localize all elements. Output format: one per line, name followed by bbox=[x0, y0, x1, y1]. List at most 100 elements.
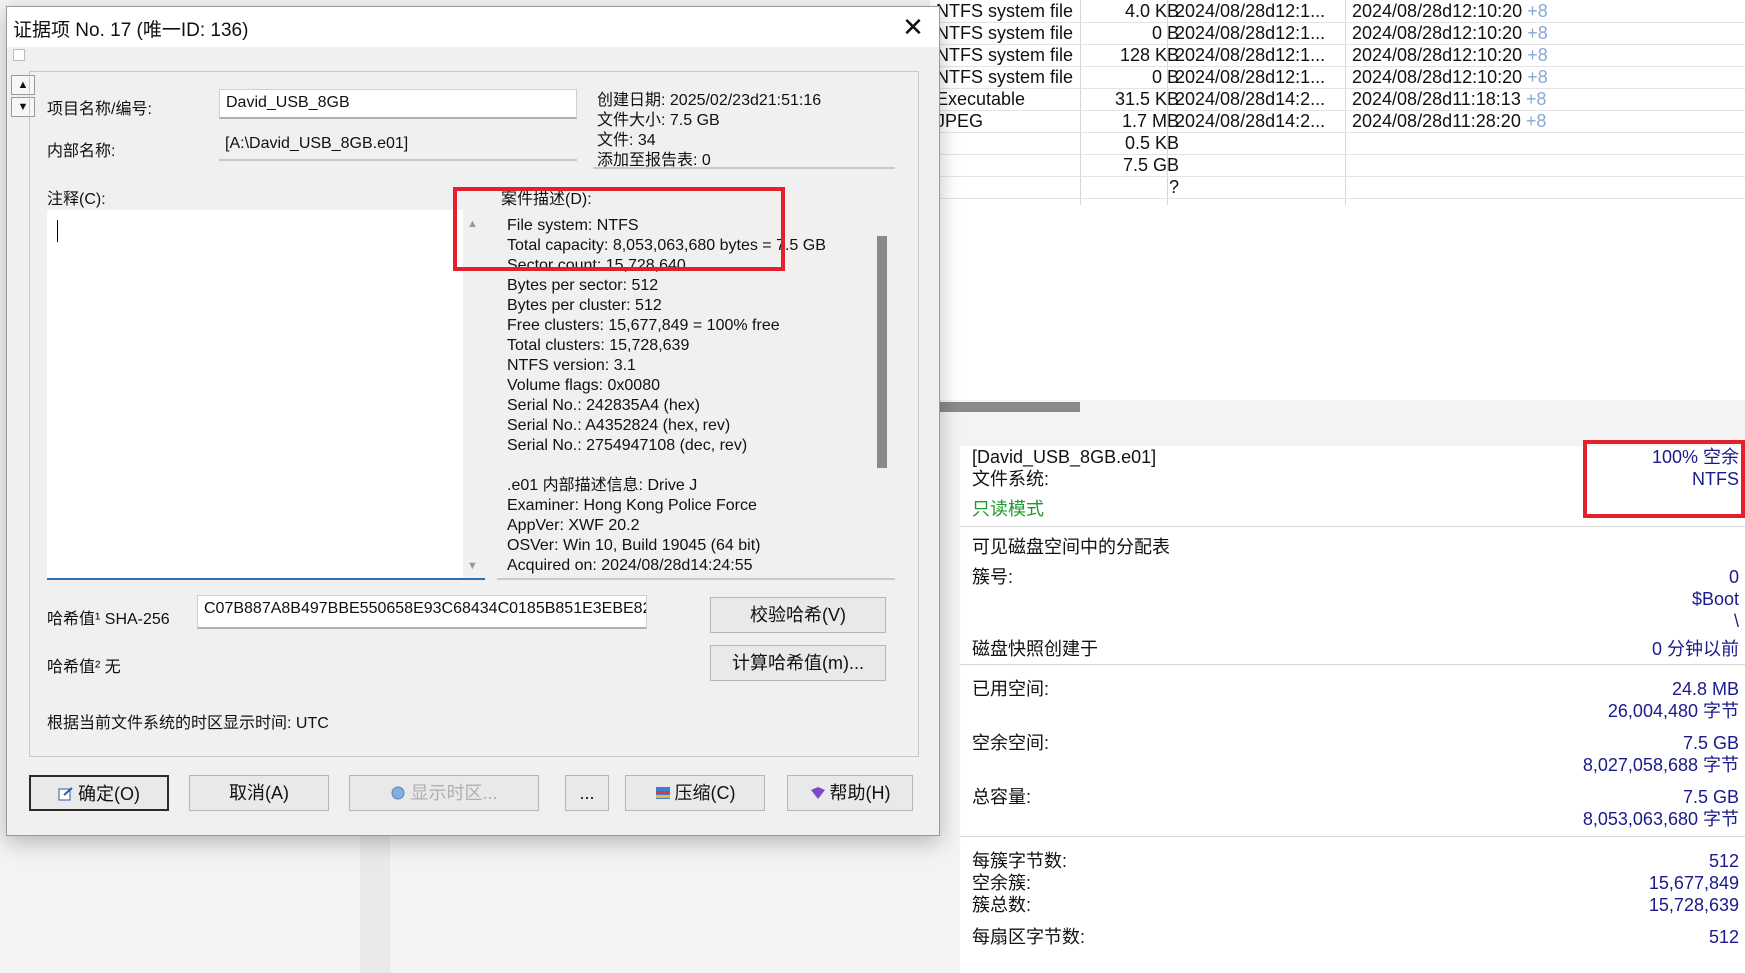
table-row[interactable]: 0.5 KB bbox=[930, 132, 1745, 155]
type-cell: JPEG bbox=[936, 111, 984, 131]
total-capacity-value: 7.5 GB bbox=[1682, 787, 1739, 807]
created-value: 2024/08/28d12:10:20 bbox=[1352, 1, 1523, 21]
size-cell: 7.5 GB bbox=[1122, 155, 1179, 175]
image-name: [David_USB_8GB.e01] bbox=[972, 447, 1157, 467]
used-space-label: 已用空间: bbox=[972, 679, 1050, 699]
small-checkbox[interactable] bbox=[13, 49, 25, 61]
cluster-label: 簇号: bbox=[972, 567, 1014, 587]
report-count: 添加至报告表: 0 bbox=[597, 152, 711, 169]
size-cell: ? bbox=[1168, 177, 1179, 197]
description-line: AppVer: XWF 20.2 bbox=[507, 517, 640, 534]
description-line: Examiner: Hong Kong Police Force bbox=[507, 497, 757, 514]
scroll-down-arrow-icon[interactable]: ▼ bbox=[467, 560, 478, 572]
verify-hash-button[interactable]: 校验哈希(V) bbox=[710, 597, 886, 633]
item-name-field[interactable]: David_USB_8GB bbox=[219, 89, 577, 119]
created-cell: 2024/08/28d11:18:13 +8 bbox=[1352, 88, 1745, 110]
free-space-label: 空余空间: bbox=[972, 733, 1050, 753]
description-line: NTFS version: 3.1 bbox=[507, 357, 636, 374]
size-cell: 4.0 KB bbox=[1124, 1, 1179, 21]
compress-label: 压缩(C) bbox=[674, 783, 736, 803]
bytes-per-sector-value: 512 bbox=[1708, 927, 1739, 947]
snapshot-value: 0 分钟以前 bbox=[1651, 639, 1739, 659]
table-row[interactable]: NTFS system file 0 B 2024/08/28d12:1... … bbox=[930, 22, 1745, 45]
modified-cell: 2024/08/28d12:1... bbox=[1175, 1, 1326, 21]
compute-hash-button[interactable]: 计算哈希值(m)... bbox=[710, 645, 886, 681]
comment-label: 注释(C): bbox=[47, 191, 106, 208]
type-cell: NTFS system file bbox=[936, 67, 1074, 87]
timezone-offset: +8 bbox=[1525, 111, 1547, 131]
type-cell: NTFS system file bbox=[936, 23, 1074, 43]
hash1-field[interactable]: C07B887A8B497BBE550658E93C68434C0185B851… bbox=[197, 595, 647, 629]
table-row[interactable]: 7.5 GB bbox=[930, 154, 1745, 177]
compress-button[interactable]: 压缩(C) bbox=[625, 775, 765, 811]
highlight-box-capacity bbox=[453, 187, 785, 271]
timezone-offset: +8 bbox=[1525, 89, 1547, 109]
timezone-offset: +8 bbox=[1527, 1, 1548, 21]
description-line: OSVer: Win 10, Build 19045 (64 bit) bbox=[507, 537, 761, 554]
table-row[interactable]: NTFS system file 0 B 2024/08/28d12:1... … bbox=[930, 66, 1745, 89]
hash2-label: 哈希值² 无 bbox=[47, 659, 121, 676]
type-cell bbox=[930, 132, 1086, 154]
table-row[interactable]: NTFS system file 128 KB 2024/08/28d12:1.… bbox=[930, 44, 1745, 67]
ok-button[interactable]: 确定(O) bbox=[29, 775, 169, 811]
created-cell: 2024/08/28d12:10:20 +8 bbox=[1352, 22, 1745, 44]
total-capacity-label: 总容量: bbox=[972, 787, 1032, 807]
dialog-title: 证据项 No. 17 (唯一ID: 136) bbox=[13, 20, 249, 41]
modified-cell: 2024/08/28d12:1... bbox=[1175, 45, 1326, 65]
created-value: 2024/08/28d12:10:20 bbox=[1352, 45, 1523, 65]
help-button[interactable]: 帮助(H) bbox=[787, 775, 913, 811]
type-cell: NTFS system file bbox=[936, 45, 1074, 65]
table-row[interactable]: JPEG 1.7 MB 2024/08/28d14:2... 2024/08/2… bbox=[930, 110, 1745, 133]
description-line: Bytes per sector: 512 bbox=[507, 277, 659, 294]
free-clusters-label: 空余簇: bbox=[972, 873, 1032, 893]
size-cell: 1.7 MB bbox=[1121, 111, 1179, 131]
table-row[interactable]: Executable 31.5 KB 2024/08/28d14:2... 20… bbox=[930, 88, 1745, 111]
file-size: 文件大小: 7.5 GB bbox=[597, 112, 720, 129]
more-button[interactable]: ... bbox=[565, 775, 609, 811]
table-row[interactable]: NTFS system file 4.0 KB 2024/08/28d12:1.… bbox=[930, 0, 1745, 23]
help-label: 帮助(H) bbox=[829, 783, 891, 803]
filesystem-label: 文件系统: bbox=[972, 469, 1050, 489]
timezone-label: 显示时区... bbox=[410, 783, 498, 803]
description-line: Bytes per cluster: 512 bbox=[507, 297, 662, 314]
timezone-note: 根据当前文件系统的时区显示时间: UTC bbox=[47, 715, 329, 732]
size-cell: 0 B bbox=[1151, 23, 1179, 43]
volume-info-panel: [David_USB_8GB.e01] 100% 空余 文件系统: NTFS 只… bbox=[960, 446, 1745, 973]
created-cell: 2024/08/28d12:10:20 +8 bbox=[1352, 0, 1745, 22]
root-link[interactable]: \ bbox=[1734, 610, 1739, 632]
table-row[interactable]: ? bbox=[930, 176, 1745, 199]
used-space-value: 24.8 MB bbox=[1671, 679, 1739, 699]
description-line: Serial No.: 242835A4 (hex) bbox=[507, 397, 700, 414]
size-cell: 31.5 KB bbox=[1114, 89, 1179, 109]
partition-table-label: 可见磁盘空间中的分配表 bbox=[972, 537, 1170, 557]
created-cell: 2024/08/28d12:10:20 +8 bbox=[1352, 44, 1745, 66]
file-list-table: NTFS system file 4.0 KB 2024/08/28d12:1.… bbox=[930, 0, 1745, 400]
boot-link[interactable]: $Boot bbox=[1692, 588, 1739, 610]
bytes-per-sector-label: 每扇区字节数: bbox=[972, 927, 1086, 947]
comment-textarea[interactable] bbox=[47, 210, 485, 580]
created-value: 2024/08/28d11:28:20 bbox=[1352, 111, 1521, 131]
description-line: Acquired on: 2024/08/28d14:24:55 bbox=[507, 557, 753, 574]
type-cell bbox=[930, 176, 1086, 198]
created-cell: 2024/08/28d11:28:20 +8 bbox=[1352, 110, 1745, 132]
description-line: Total clusters: 15,728,639 bbox=[507, 337, 690, 354]
modified-cell: 2024/08/28d14:2... bbox=[1175, 89, 1326, 109]
dialog-titlebar[interactable]: 证据项 No. 17 (唯一ID: 136) ✕ bbox=[7, 7, 939, 47]
evidence-item-dialog: 证据项 No. 17 (唯一ID: 136) ✕ ▲ ▼ 项目名称/编号: Da… bbox=[6, 6, 940, 836]
modified-cell: 2024/08/28d12:1... bbox=[1175, 23, 1326, 43]
created-value: 2024/08/28d11:18:13 bbox=[1352, 89, 1521, 109]
type-cell: Executable bbox=[936, 89, 1026, 109]
description-line: Volume flags: 0x0080 bbox=[507, 377, 660, 394]
horizontal-scrollbar[interactable] bbox=[930, 400, 1745, 414]
size-cell: 0.5 KB bbox=[1124, 133, 1179, 153]
internal-name-field: [A:\David_USB_8GB.e01] bbox=[219, 131, 577, 161]
bytes-per-cluster-label: 每簇字节数: bbox=[972, 851, 1068, 871]
item-info-box: 创建日期: 2025/02/23d21:51:16 文件大小: 7.5 GB 文… bbox=[593, 91, 895, 169]
cancel-button[interactable]: 取消(A) bbox=[189, 775, 329, 811]
scrollbar-thumb[interactable] bbox=[930, 402, 1080, 412]
internal-name-label: 内部名称: bbox=[47, 143, 116, 160]
help-book-icon bbox=[810, 777, 826, 799]
description-scrollbar-thumb[interactable] bbox=[877, 236, 887, 468]
ok-label: 确定(O) bbox=[78, 784, 140, 804]
close-button[interactable]: ✕ bbox=[893, 11, 933, 43]
